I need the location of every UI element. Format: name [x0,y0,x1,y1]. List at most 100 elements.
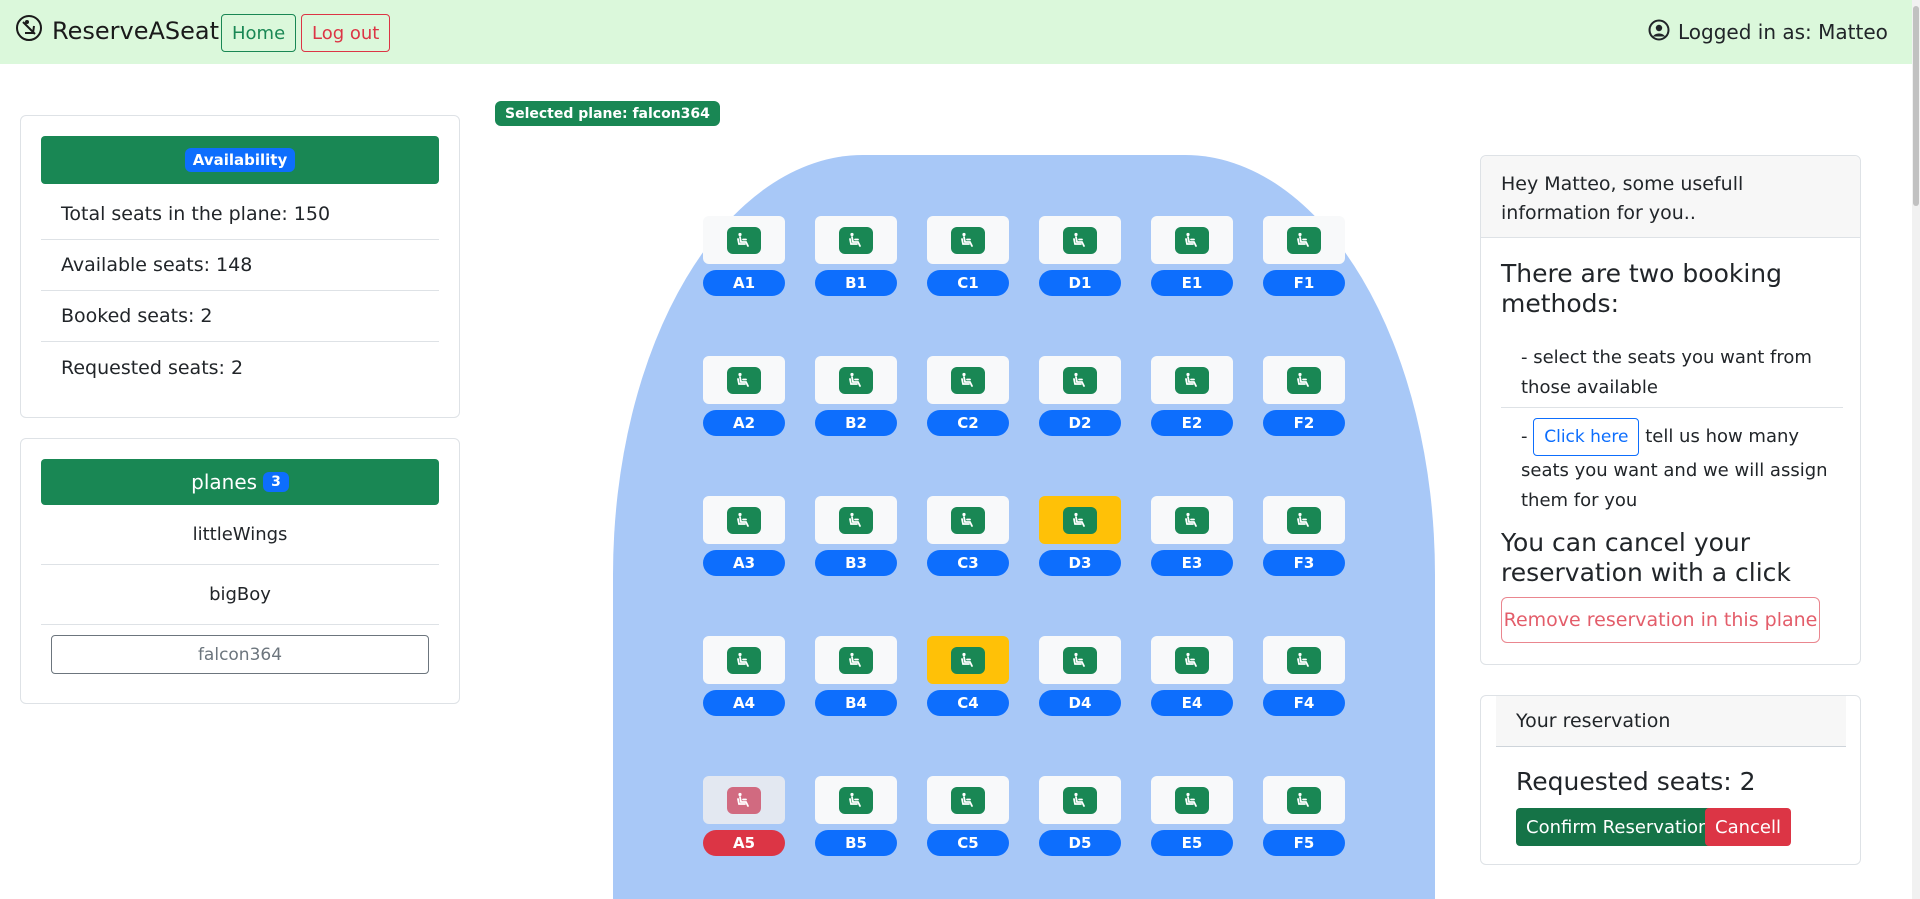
page-scrollbar-thumb[interactable] [1913,6,1919,206]
seat-button[interactable] [703,356,785,404]
logout-button[interactable]: Log out [301,14,391,52]
seat-button[interactable] [927,776,1009,824]
seat-label: F2 [1263,410,1345,436]
seat-f4[interactable]: F4 [1263,636,1345,716]
logged-user-text: Logged in as: Matteo [1678,20,1888,44]
cancel-button[interactable]: Cancell [1705,808,1791,846]
seat-button[interactable] [1263,356,1345,404]
seat-button[interactable] [1263,776,1345,824]
seat-d4[interactable]: D4 [1039,636,1121,716]
logged-user: Logged in as: Matteo [1648,16,1888,48]
available-seats: Available seats: 148 [41,240,439,291]
seat-button[interactable] [927,636,1009,684]
seat-icon [951,786,985,814]
seat-b4[interactable]: B4 [815,636,897,716]
seat-button[interactable] [1263,216,1345,264]
seat-label: A5 [703,830,785,856]
seat-button[interactable] [1039,216,1121,264]
seat-button[interactable] [703,216,785,264]
planes-card: planes 3 littleWings bigBoy falcon364 [20,438,460,704]
no-seat-logo-icon [14,13,44,49]
seat-a3[interactable]: A3 [703,496,785,576]
seat-label: F5 [1263,830,1345,856]
seat-e4[interactable]: E4 [1151,636,1233,716]
seat-icon [1175,366,1209,394]
plane-item-littlewings[interactable]: littleWings [41,505,439,565]
seat-label: F4 [1263,690,1345,716]
seat-button[interactable] [815,216,897,264]
seat-f3[interactable]: F3 [1263,496,1345,576]
seat-button[interactable] [815,356,897,404]
seat-label: A4 [703,690,785,716]
seat-a5: A5 [703,776,785,856]
seat-icon [1287,646,1321,674]
seat-f1[interactable]: F1 [1263,216,1345,296]
seat-icon [1063,506,1097,534]
seat-icon [1175,646,1209,674]
seat-button[interactable] [1151,776,1233,824]
seat-b3[interactable]: B3 [815,496,897,576]
seat-button[interactable] [815,776,897,824]
seat-button[interactable] [1151,636,1233,684]
seat-button[interactable] [1039,776,1121,824]
seat-c5[interactable]: C5 [927,776,1009,856]
seat-e2[interactable]: E2 [1151,356,1233,436]
seat-b1[interactable]: B1 [815,216,897,296]
seat-c1[interactable]: C1 [927,216,1009,296]
seat-f2[interactable]: F2 [1263,356,1345,436]
seat-button[interactable] [1039,356,1121,404]
seat-button[interactable] [1151,356,1233,404]
seat-button[interactable] [815,636,897,684]
seat-e5[interactable]: E5 [1151,776,1233,856]
seat-label: D3 [1039,550,1121,576]
seat-button[interactable] [1151,496,1233,544]
seat-button[interactable] [703,496,785,544]
seat-button[interactable] [927,216,1009,264]
plane-item-selected[interactable]: falcon364 [51,635,429,674]
seat-button[interactable] [927,356,1009,404]
seat-c2[interactable]: C2 [927,356,1009,436]
seat-f5[interactable]: F5 [1263,776,1345,856]
home-button[interactable]: Home [221,14,297,52]
planes-count-badge: 3 [263,472,289,492]
remove-reservation-button[interactable]: Remove reservation in this plane [1501,597,1820,643]
seat-icon [1175,506,1209,534]
seat-d2[interactable]: D2 [1039,356,1121,436]
seat-label: A3 [703,550,785,576]
selected-plane-badge: Selected plane: falcon364 [495,101,720,126]
brand-name: ReserveASeat [52,17,220,45]
seat-label: E2 [1151,410,1233,436]
plane-item-bigboy[interactable]: bigBoy [41,565,439,625]
seat-d3[interactable]: D3 [1039,496,1121,576]
seat-icon [951,646,985,674]
click-here-button[interactable]: Click here [1533,418,1640,456]
seat-c3[interactable]: C3 [927,496,1009,576]
seat-button[interactable] [703,636,785,684]
seat-e1[interactable]: E1 [1151,216,1233,296]
seat-button[interactable] [815,496,897,544]
seat-button[interactable] [1039,636,1121,684]
confirm-reservation-button[interactable]: Confirm Reservation [1516,808,1720,846]
seat-e3[interactable]: E3 [1151,496,1233,576]
availability-card: Availability Total seats in the plane: 1… [20,115,460,418]
reservation-requested-seats: Requested seats: 2 [1516,767,1756,796]
seat-button[interactable] [1039,496,1121,544]
availability-badge: Availability [184,148,296,172]
seat-d5[interactable]: D5 [1039,776,1121,856]
seat-icon [839,646,873,674]
seat-button[interactable] [1151,216,1233,264]
seat-button[interactable] [927,496,1009,544]
seat-icon [951,226,985,254]
seat-icon [1287,366,1321,394]
brand[interactable]: ReserveASeat [14,14,219,48]
seat-a1[interactable]: A1 [703,216,785,296]
seat-b2[interactable]: B2 [815,356,897,436]
seat-a4[interactable]: A4 [703,636,785,716]
seat-a2[interactable]: A2 [703,356,785,436]
seat-button[interactable] [1263,636,1345,684]
seat-b5[interactable]: B5 [815,776,897,856]
seat-button[interactable] [1263,496,1345,544]
seat-d1[interactable]: D1 [1039,216,1121,296]
seat-icon [727,506,761,534]
seat-c4[interactable]: C4 [927,636,1009,716]
